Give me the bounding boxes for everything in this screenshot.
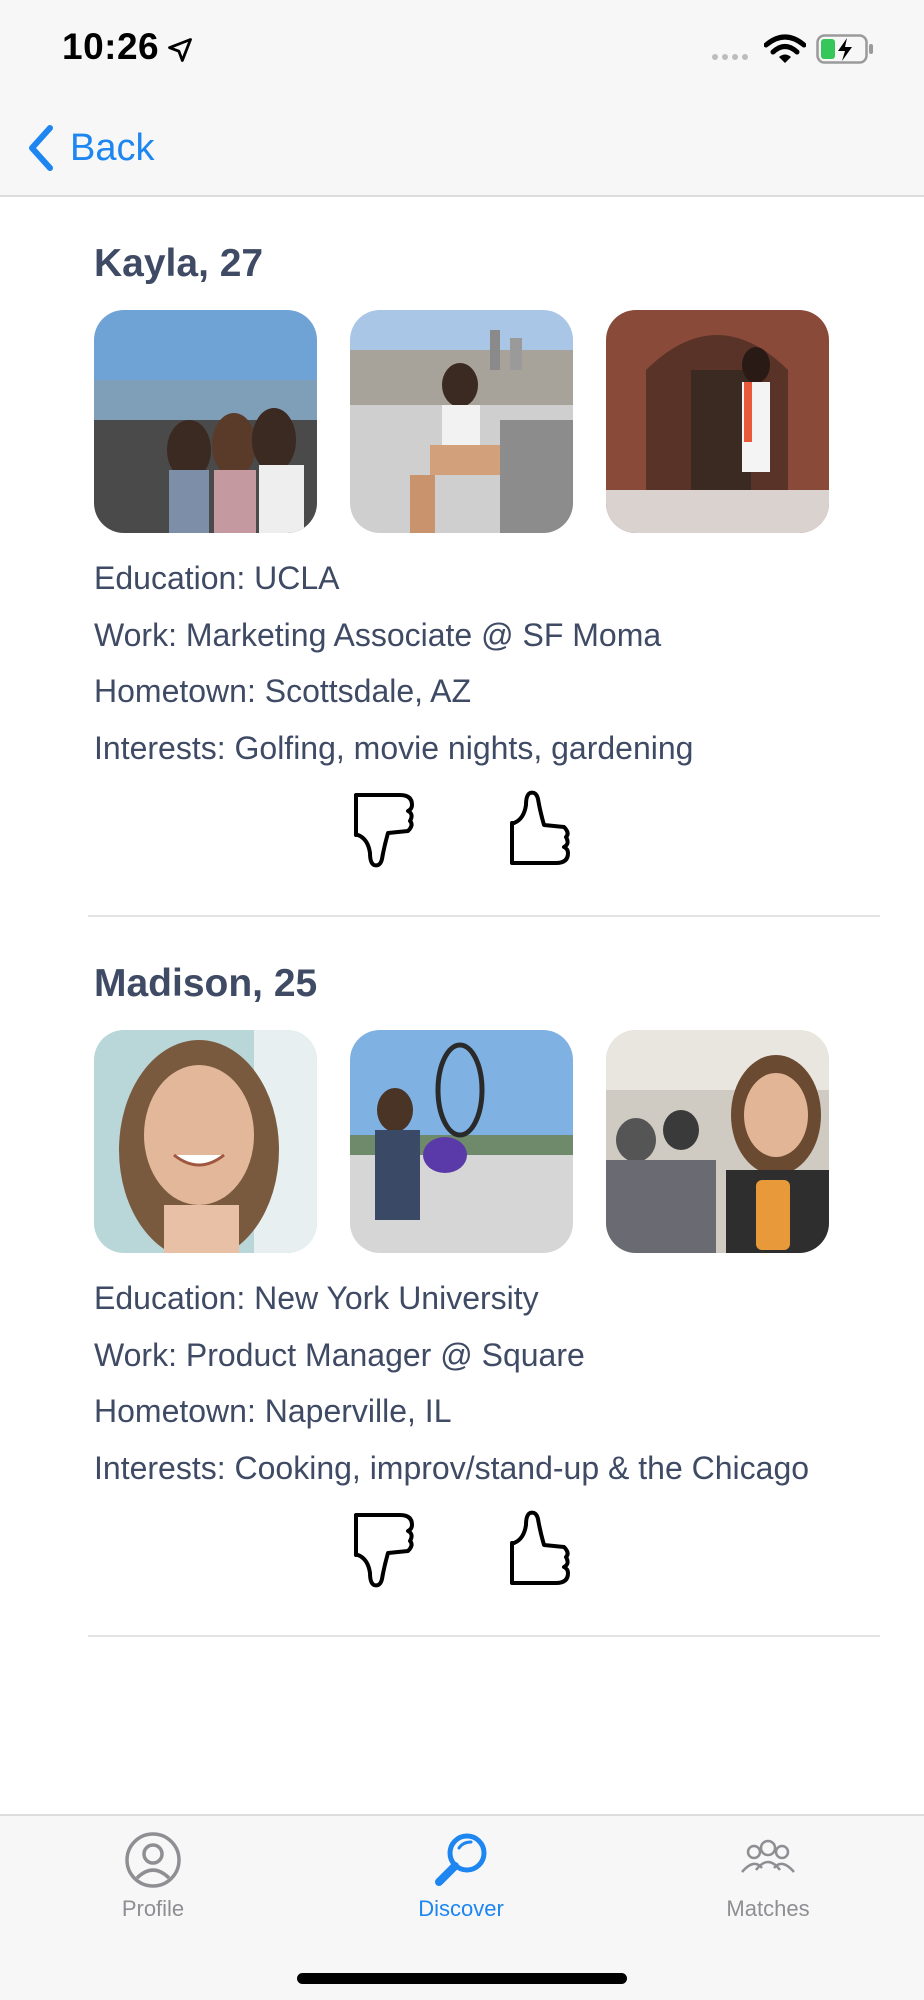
divider — [88, 915, 880, 917]
profile-name: Madison, 25 — [94, 962, 318, 1005]
thumbs-up-icon — [510, 1510, 570, 1585]
detail-education: Education: UCLA — [94, 560, 340, 596]
profile-photo[interactable] — [350, 310, 573, 533]
person-circle-icon — [125, 1832, 181, 1888]
detail-education: Education: New York University — [94, 1280, 539, 1316]
back-label: Back — [70, 126, 155, 169]
cellular-signal-icon — [712, 54, 748, 60]
thumbs-down-icon — [354, 1513, 414, 1588]
tab-label: Discover — [418, 1896, 504, 1921]
tab-label: Matches — [726, 1896, 810, 1921]
photo-row — [94, 310, 829, 533]
thumbs-up-icon — [510, 790, 570, 865]
tab-label: Profile — [121, 1896, 185, 1921]
status-time: 10:26 — [62, 26, 160, 67]
top-bar: 10:26 Back — [0, 0, 924, 197]
profile-photo[interactable] — [350, 1030, 573, 1253]
profile-card: Kayla, 27 Education: UCLA Work: Marketin… — [0, 199, 924, 919]
tab-discover[interactable]: Discover — [361, 1830, 561, 1922]
profile-feed: Kayla, 27 Education: UCLA Work: Marketin… — [0, 199, 924, 1639]
tab-profile[interactable]: Profile — [53, 1830, 253, 1922]
thumbs-down-button[interactable] — [350, 1509, 416, 1589]
detail-interests: Interests: Cooking, improv/stand-up & th… — [94, 1449, 810, 1486]
profile-photo[interactable] — [606, 1030, 829, 1253]
profile-details: Education: UCLA Work: Marketing Associat… — [94, 550, 830, 776]
detail-hometown: Hometown: Naperville, IL — [94, 1393, 452, 1429]
profile-details: Education: New York University Work: Pro… — [94, 1270, 830, 1496]
detail-work: Work: Product Manager @ Square — [94, 1336, 585, 1373]
location-arrow-icon — [168, 38, 192, 62]
home-indicator[interactable] — [297, 1973, 627, 1984]
profile-photo[interactable] — [94, 1030, 317, 1253]
people-group-icon — [741, 1839, 795, 1873]
back-button[interactable]: Back — [26, 120, 154, 176]
profile-name: Kayla, 27 — [94, 242, 264, 285]
thumbs-down-button[interactable] — [350, 789, 416, 869]
profile-photo[interactable] — [94, 310, 317, 533]
photo-row — [94, 1030, 829, 1253]
chevron-left-icon — [29, 125, 53, 171]
detail-interests: Interests: Golfing, movie nights, garden… — [94, 729, 694, 766]
action-row — [350, 789, 572, 869]
thumbs-down-icon — [354, 793, 414, 868]
thumbs-up-button[interactable] — [506, 1509, 572, 1589]
profile-photo[interactable] — [606, 310, 829, 533]
wifi-icon — [764, 34, 806, 63]
detail-hometown: Hometown: Scottsdale, AZ — [94, 673, 472, 709]
thumbs-up-button[interactable] — [506, 789, 572, 869]
action-row — [350, 1509, 572, 1589]
tab-matches[interactable]: Matches — [668, 1830, 868, 1922]
battery-charging-icon — [816, 34, 873, 64]
search-icon — [435, 1833, 487, 1886]
profile-card: Madison, 25 Education: New York Universi… — [0, 919, 924, 1639]
detail-work: Work: Marketing Associate @ SF Moma — [94, 616, 662, 653]
divider — [88, 1635, 880, 1637]
